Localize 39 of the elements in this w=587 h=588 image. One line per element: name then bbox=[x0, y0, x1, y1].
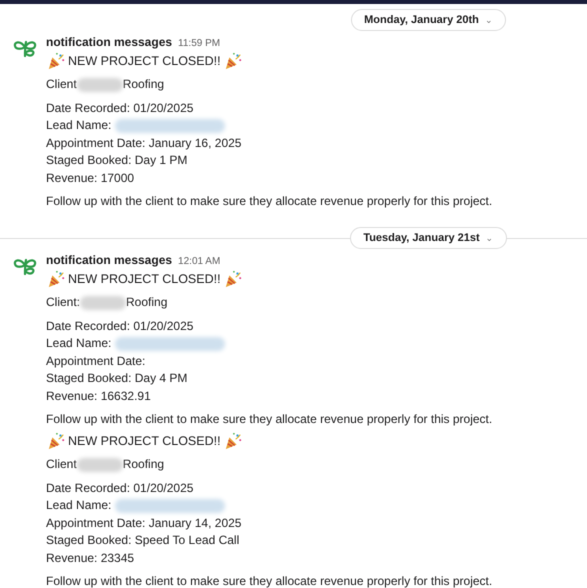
field-text: Roofing bbox=[122, 456, 164, 473]
field-text: Date Recorded: 01/20/2025 bbox=[46, 100, 194, 116]
message-title: NEW PROJECT CLOSED!! bbox=[68, 433, 221, 450]
field-text: Lead Name: bbox=[46, 497, 112, 514]
sender-name[interactable]: notification messages bbox=[46, 34, 172, 50]
message-text: Follow up with the client to make sure they allocate revenue properly for this project. bbox=[46, 193, 492, 210]
field-text: Staged Booked: Day 1 PM bbox=[46, 152, 188, 169]
message-text: Follow up with the client to make sure they allocate revenue properly for this project. bbox=[46, 573, 492, 588]
field-text: Client bbox=[46, 76, 77, 93]
field-text: Roofing bbox=[126, 294, 168, 311]
field-text: Revenue: 23345 bbox=[46, 550, 134, 566]
date-pill[interactable]: Tuesday, January 21st ⌄ bbox=[350, 227, 507, 249]
party-popper-icon bbox=[46, 270, 66, 288]
date-pill[interactable]: Monday, January 20th ⌄ bbox=[351, 9, 506, 31]
field-text: Revenue: 17000 bbox=[46, 170, 134, 186]
redaction-blur bbox=[80, 296, 126, 310]
field-text: Lead Name: bbox=[46, 335, 112, 352]
field-text: Lead Name: bbox=[46, 117, 112, 134]
sender-name[interactable]: notification messages bbox=[46, 252, 172, 268]
message-text: Follow up with the client to make sure they allocate revenue properly for this project. bbox=[46, 411, 492, 428]
message-title: NEW PROJECT CLOSED!! bbox=[68, 53, 221, 70]
field-text: Revenue: 16632.91 bbox=[46, 388, 151, 404]
field-text: Staged Booked: Day 4 PM bbox=[46, 370, 188, 387]
message-time[interactable]: 11:59 PM bbox=[178, 36, 220, 52]
party-popper-icon bbox=[46, 432, 66, 450]
field-text: Appointment Date: January 16, 2025 bbox=[46, 134, 242, 152]
field-text: Roofing bbox=[122, 76, 164, 93]
message-title: NEW PROJECT CLOSED!! bbox=[68, 271, 221, 288]
party-popper-icon bbox=[46, 52, 66, 70]
redaction-blur bbox=[76, 458, 123, 472]
field-text: Appointment Date: January 14, 2025 bbox=[46, 514, 242, 532]
redaction-blur bbox=[76, 78, 123, 92]
field-text: Staged Booked: Speed To Lead Call bbox=[46, 532, 240, 549]
field-text: Date Recorded: 01/20/2025 bbox=[46, 480, 194, 496]
field-text: Date Recorded: 01/20/2025 bbox=[46, 318, 194, 334]
field-text: Client bbox=[46, 456, 77, 473]
message-time[interactable]: 12:01 AM bbox=[178, 254, 220, 270]
field-text: Client: bbox=[46, 294, 80, 311]
field-text: Appointment Date: bbox=[46, 352, 146, 370]
